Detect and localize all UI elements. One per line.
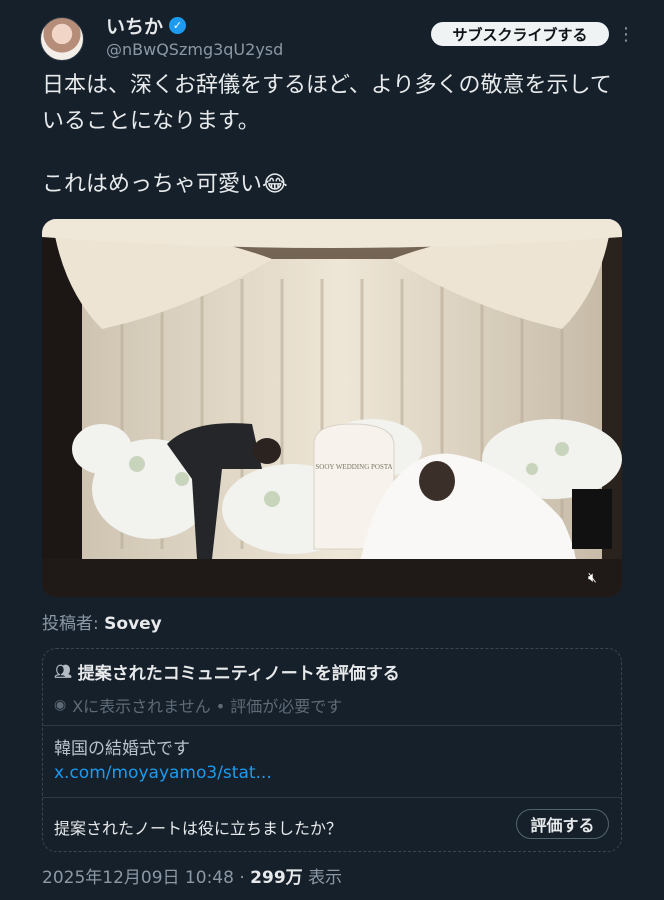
more-vertical-icon[interactable]: ⋮	[617, 22, 635, 46]
view-count-label: 表示	[308, 868, 343, 888]
tweet-header: いちか ✓ @nBwQSzmg3qU2ysd サブスクライブする ⋮	[0, 0, 664, 70]
avatar[interactable]	[40, 17, 84, 61]
tweet-text: 日本は、深くお辞儀をするほど、より多くの敬意を示していることになります。	[42, 73, 612, 134]
tweet-meta: 2025年12月09日 10:48 · 299万 表示	[42, 863, 342, 888]
community-note-body: 韓国の結婚式です	[54, 739, 190, 759]
attribution-prefix: 投稿者:	[42, 614, 99, 634]
community-note-status-text: Xに表示されません • 評価が必要です	[72, 697, 343, 716]
community-note-header[interactable]: 👥︎ 提案されたコミュニティノートを評価する	[54, 659, 400, 685]
media-attribution: 投稿者: Sovey	[42, 609, 162, 634]
tweet-text-line: これはめっちゃ可愛い😂	[42, 172, 288, 197]
author-name-row: いちか ✓	[106, 12, 187, 39]
rate-note-button[interactable]: 評価する	[516, 809, 609, 839]
attribution-name[interactable]: Sovey	[104, 614, 162, 634]
community-note-status: ◉ Xに表示されません • 評価が必要です	[54, 693, 342, 717]
meta-separator: ·	[239, 868, 245, 888]
divider	[43, 725, 621, 726]
author-handle[interactable]: @nBwQSzmg3qU2ysd	[106, 40, 283, 59]
helpful-question: 提案されたノートは役に立ちましたか？	[54, 819, 343, 838]
subscribe-button[interactable]: サブスクライブする	[431, 22, 609, 46]
community-people-icon: 👥︎	[54, 663, 72, 680]
community-note-link[interactable]: x.com/moyayamo3/stat...	[54, 763, 272, 783]
community-note-title: 提案されたコミュニティノートを評価する	[77, 664, 400, 684]
timestamp[interactable]: 2025年12月09日 10:48	[42, 868, 234, 888]
volume-muted-icon[interactable]: 🔇︎	[588, 570, 597, 586]
eye-icon: ◉	[54, 697, 67, 713]
verified-badge-icon[interactable]: ✓	[169, 17, 187, 34]
divider	[43, 797, 621, 798]
stage-sign-text: SOOY WEDDING POSTA	[315, 463, 392, 471]
author-name[interactable]: いちか	[106, 12, 163, 39]
video-frame: SOOY WEDDING POSTA	[42, 219, 622, 597]
view-count: 299万	[250, 868, 303, 888]
video-player[interactable]: SOOY WEDDING POSTA	[42, 219, 622, 597]
